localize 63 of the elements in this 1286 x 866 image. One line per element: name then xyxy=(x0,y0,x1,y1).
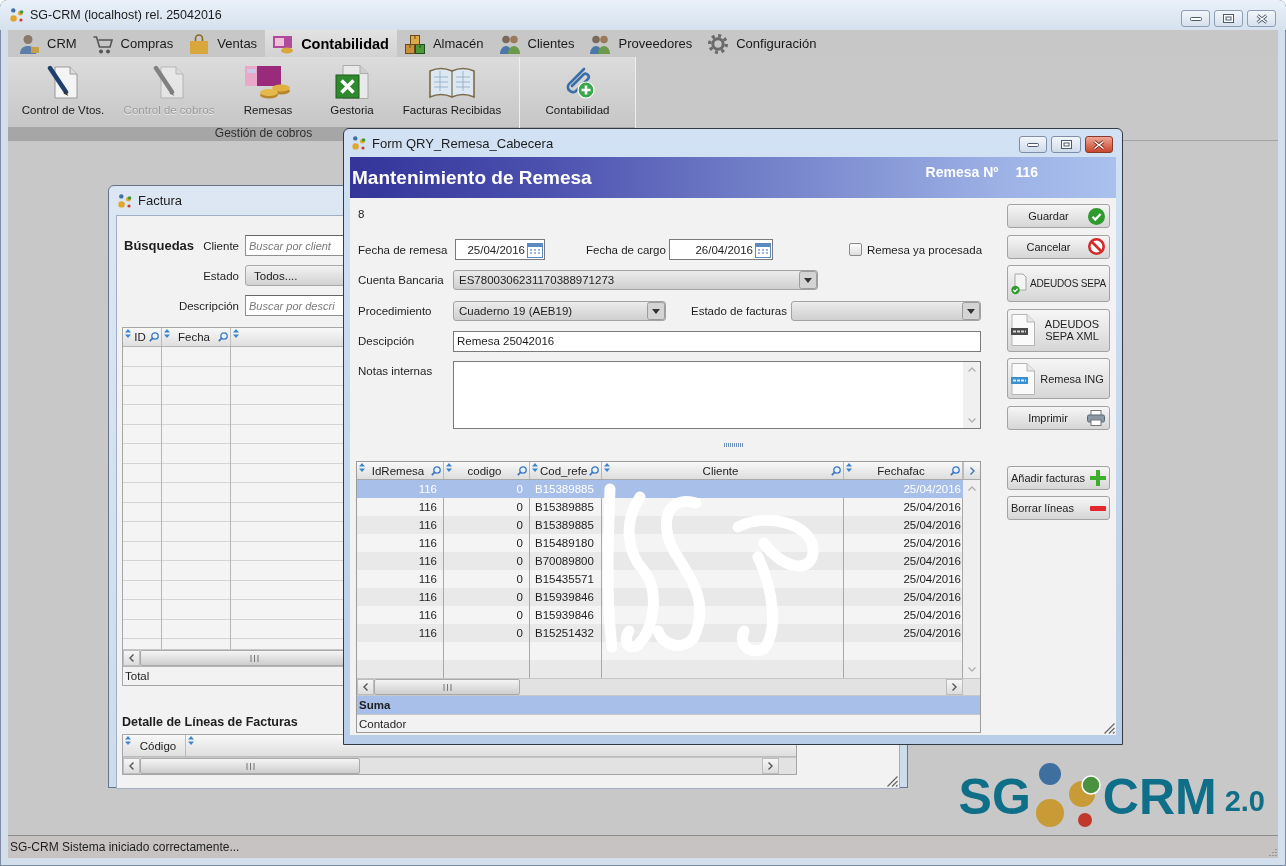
table-cell-text: 116 xyxy=(417,626,438,641)
table-cell-text: 25/04/2016 xyxy=(902,608,962,623)
section-heading: Detalle de Líneas de Facturas xyxy=(122,714,298,730)
checkbox-label: Remesa ya procesada xyxy=(867,243,983,256)
table-cell-text: 116 xyxy=(417,608,438,623)
table-cell-text: 0 xyxy=(515,608,524,623)
table-cell-text: 116 xyxy=(417,500,438,515)
remittance-number-label: Remesa Nº xyxy=(925,164,999,180)
table-footer-cell: Suma xyxy=(357,695,980,714)
table-cell-text: B15389885 xyxy=(534,482,595,497)
table-cell-text: B15389885 xyxy=(534,518,595,533)
field-label: Descipción xyxy=(357,335,416,347)
table-cell-text: B15251432 xyxy=(534,626,595,641)
table-cell-text: B15939846 xyxy=(534,590,595,605)
table-cell-text: 25/04/2016 xyxy=(902,590,962,605)
status-text: SG-CRM Sistema iniciado correctamente... xyxy=(10,840,240,854)
table-cell-text: 0 xyxy=(515,536,524,551)
table-cell-text: 0 xyxy=(515,554,524,569)
logo-version: 2.0 xyxy=(1224,787,1265,816)
record-count: 8 xyxy=(357,207,365,222)
table-cell-text: 116 xyxy=(417,482,438,497)
table-cell-text: 0 xyxy=(515,500,524,515)
logo-text: CRM xyxy=(1102,771,1217,822)
table-cell-text: 0 xyxy=(515,518,524,533)
table-cell-text: 25/04/2016 xyxy=(902,500,962,515)
table-cell-text: 116 xyxy=(417,518,438,533)
field-label: Notas internas xyxy=(357,364,434,377)
field-label: Fecha de cargo xyxy=(586,243,667,256)
field-label: Cliente xyxy=(203,239,239,252)
table-cell-text: 0 xyxy=(515,626,524,641)
table-cell-text: 25/04/2016 xyxy=(902,572,962,587)
form-heading: Mantenimiento de Remesa xyxy=(352,166,592,189)
table-cell-text: 116 xyxy=(417,536,438,551)
table-cell-text: 0 xyxy=(515,590,524,605)
field-label: Procedimiento xyxy=(357,304,433,317)
table-cell-text: 25/04/2016 xyxy=(902,518,962,533)
table-cell-text: 0 xyxy=(515,482,524,497)
table-cell-text: 116 xyxy=(417,572,438,587)
field-label: Descripción xyxy=(178,299,239,312)
table-footer-cell: Contador xyxy=(357,714,980,733)
table-cell-text: 116 xyxy=(417,554,438,569)
field-label: Cuenta Bancaria xyxy=(357,274,445,286)
section-heading: Búsquedas xyxy=(124,238,195,253)
window-title: Factura xyxy=(138,193,183,208)
table-cell-text: 25/04/2016 xyxy=(902,482,962,497)
window-title: SG-CRM (localhost) rel. 25042016 xyxy=(30,8,222,22)
field-label: Estado de facturas xyxy=(691,304,788,317)
table-cell-text: B70089800 xyxy=(534,554,595,569)
table-cell-text: B15489180 xyxy=(534,536,595,551)
logo-text: SG xyxy=(958,771,1031,822)
table-cell-text: 116 xyxy=(417,590,438,605)
table-cell-text: B15939846 xyxy=(534,608,595,623)
field-label: Estado xyxy=(203,269,239,282)
field-label: Fecha de remesa xyxy=(357,243,449,256)
table-cell-text: B15435571 xyxy=(534,572,595,587)
ribbon-group-label: Gestión de cobros xyxy=(214,127,313,140)
table-cell-text: 0 xyxy=(515,572,524,587)
remittance-number: 116 xyxy=(1015,164,1038,180)
window-title: Form QRY_Remesa_Cabecera xyxy=(372,135,554,151)
table-cell-text: 25/04/2016 xyxy=(902,536,962,551)
table-cell-text: B15389885 xyxy=(534,500,595,515)
table-cell-text: 25/04/2016 xyxy=(902,626,962,641)
table-cell-text: 25/04/2016 xyxy=(902,554,962,569)
